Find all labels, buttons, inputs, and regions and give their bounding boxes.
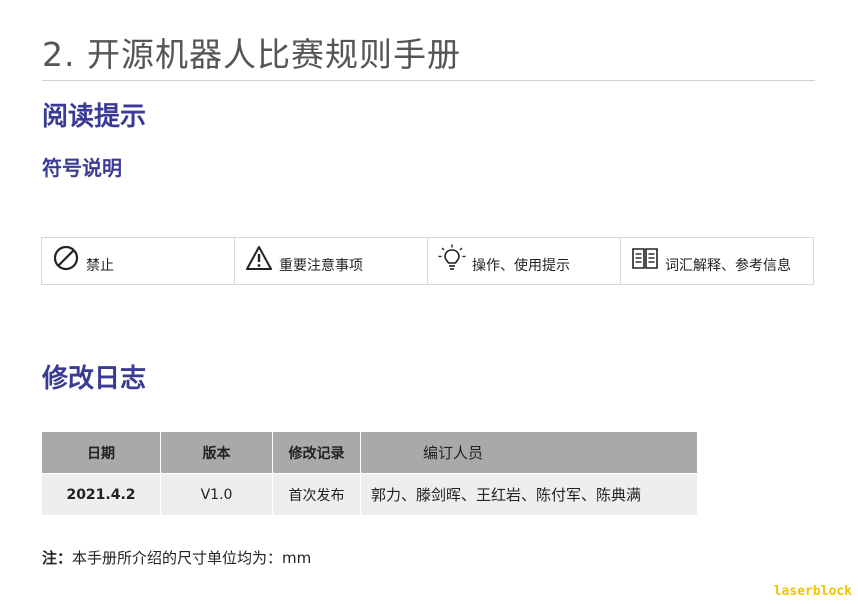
- symbol-cell-prohibited: 禁止: [42, 238, 235, 284]
- symbol-label-prohibited: 禁止: [86, 258, 114, 274]
- table-row: 2021.4.2 V1.0 首次发布 郭力、滕剑晖、王红岩、陈付军、陈典满: [41, 473, 698, 516]
- cell-date: 2021.4.2: [41, 473, 161, 516]
- symbol-cell-tip: 操作、使用提示: [428, 238, 621, 284]
- symbol-label-tip: 操作、使用提示: [472, 258, 570, 274]
- symbols-heading: 符号说明: [42, 156, 122, 180]
- unit-note: 注：本手册所介绍的尺寸单位均为：mm: [42, 547, 311, 568]
- watermark-logo: laserblock: [773, 584, 852, 599]
- symbol-cell-warning: 重要注意事项: [235, 238, 428, 284]
- note-prefix: 注：: [42, 549, 73, 567]
- reading-tips-heading: 阅读提示: [42, 102, 147, 132]
- header-date: 日期: [41, 431, 161, 474]
- lightbulb-icon: [438, 244, 466, 272]
- cell-version: V1.0: [160, 473, 273, 516]
- header-editors: 编订人员: [360, 431, 698, 474]
- note-text: 本手册所介绍的尺寸单位均为：mm: [72, 549, 312, 567]
- header-change-record: 修改记录: [272, 431, 361, 474]
- symbol-label-reference: 词汇解释、参考信息: [665, 258, 791, 274]
- cell-change-record: 首次发布: [272, 473, 361, 516]
- changelog-table: 日期 版本 修改记录 编订人员 2021.4.2 V1.0 首次发布 郭力、滕剑…: [41, 431, 698, 516]
- title-divider: [42, 80, 815, 81]
- warning-icon: [245, 244, 273, 272]
- book-icon: [631, 244, 659, 272]
- symbols-table: 禁止 重要注意事项 操作、使用提示 词汇解释、参考信息: [41, 237, 814, 285]
- cell-editors: 郭力、滕剑晖、王红岩、陈付军、陈典满: [360, 473, 698, 516]
- changelog-header-row: 日期 版本 修改记录 编订人员: [41, 431, 698, 474]
- page-title: 2. 开源机器人比赛规则手册: [42, 35, 461, 74]
- symbol-label-warning: 重要注意事项: [279, 258, 363, 274]
- prohibited-icon: [52, 244, 80, 272]
- changelog-heading: 修改日志: [42, 364, 147, 394]
- header-version: 版本: [160, 431, 273, 474]
- symbol-cell-reference: 词汇解释、参考信息: [621, 238, 813, 284]
